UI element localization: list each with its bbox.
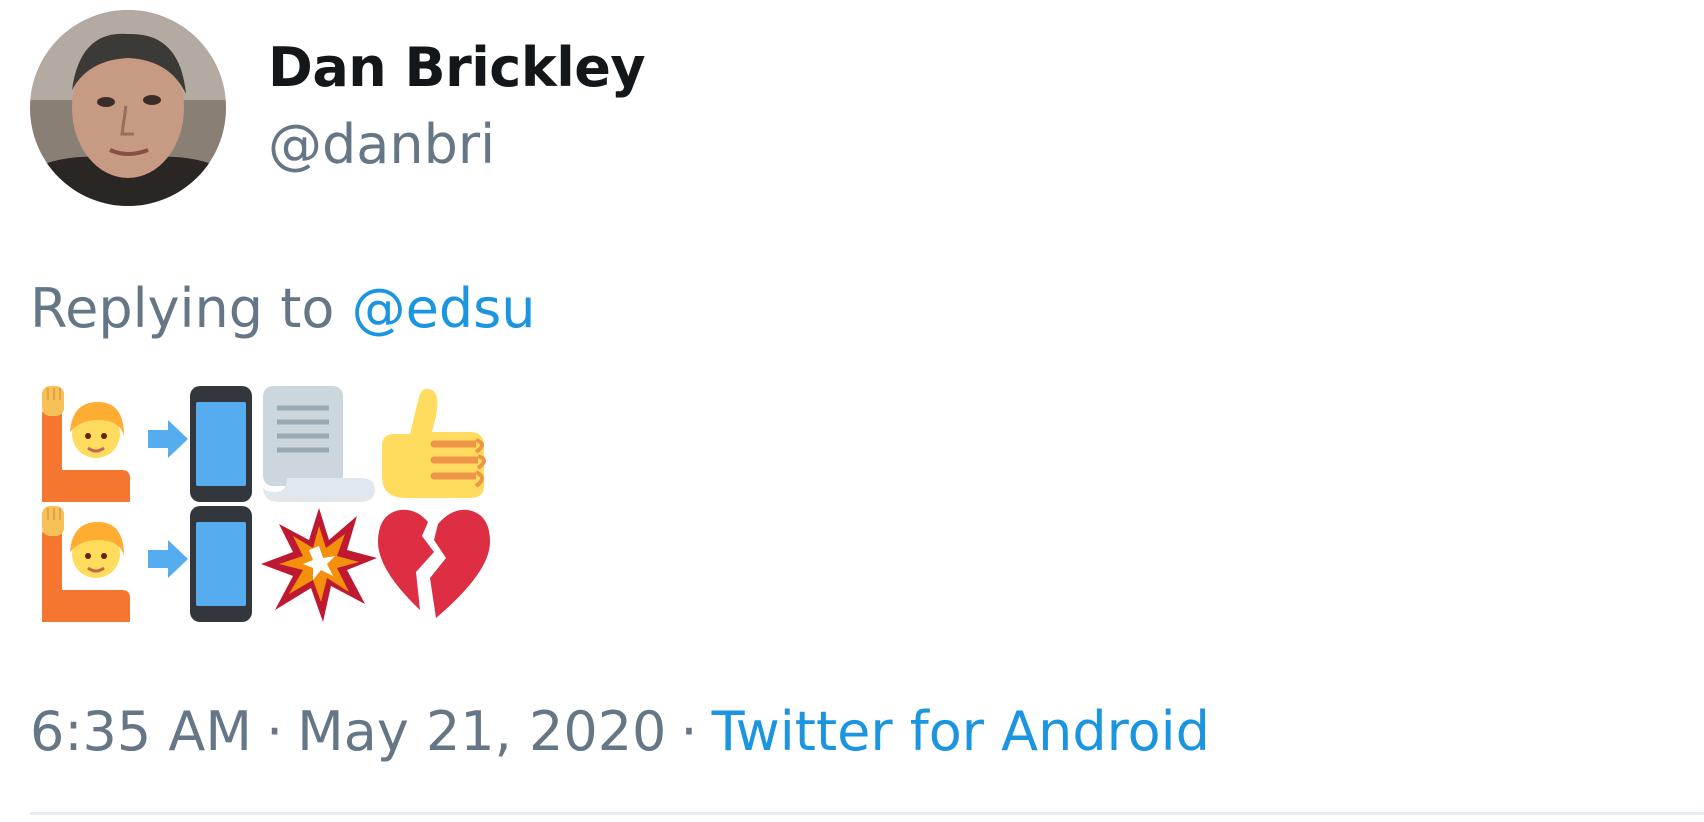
tweet-meta: 6:35 AM · May 21, 2020 · Twitter for Android (30, 700, 1210, 764)
arrow-into-phone-icon (146, 386, 262, 502)
reply-mention-link[interactable]: @edsu (352, 277, 536, 340)
person-raising-hand-icon (36, 386, 152, 502)
author-avatar[interactable] (30, 10, 226, 206)
person-raising-hand-icon (36, 506, 152, 622)
broken-heart-icon (376, 506, 492, 622)
reply-prefix: Replying to (30, 277, 335, 340)
page-scroll-icon (261, 386, 377, 502)
tweet-source-link[interactable]: Twitter for Android (712, 700, 1210, 763)
author-display-name[interactable]: Dan Brickley (268, 36, 646, 100)
tweet-time[interactable]: 6:35 AM (30, 700, 252, 763)
reply-context: Replying to @edsu (30, 277, 535, 341)
meta-separator: · (265, 700, 284, 763)
meta-separator: · (680, 700, 698, 763)
explosion-icon (261, 506, 377, 622)
arrow-into-phone-icon (146, 506, 262, 622)
divider (30, 812, 1704, 815)
author-handle[interactable]: @danbri (268, 113, 495, 177)
tweet-card: Dan Brickley @danbri Replying to @edsu 6… (0, 0, 1704, 822)
tweet-date[interactable]: May 21, 2020 (297, 700, 666, 763)
thumbs-up-icon (376, 386, 492, 502)
